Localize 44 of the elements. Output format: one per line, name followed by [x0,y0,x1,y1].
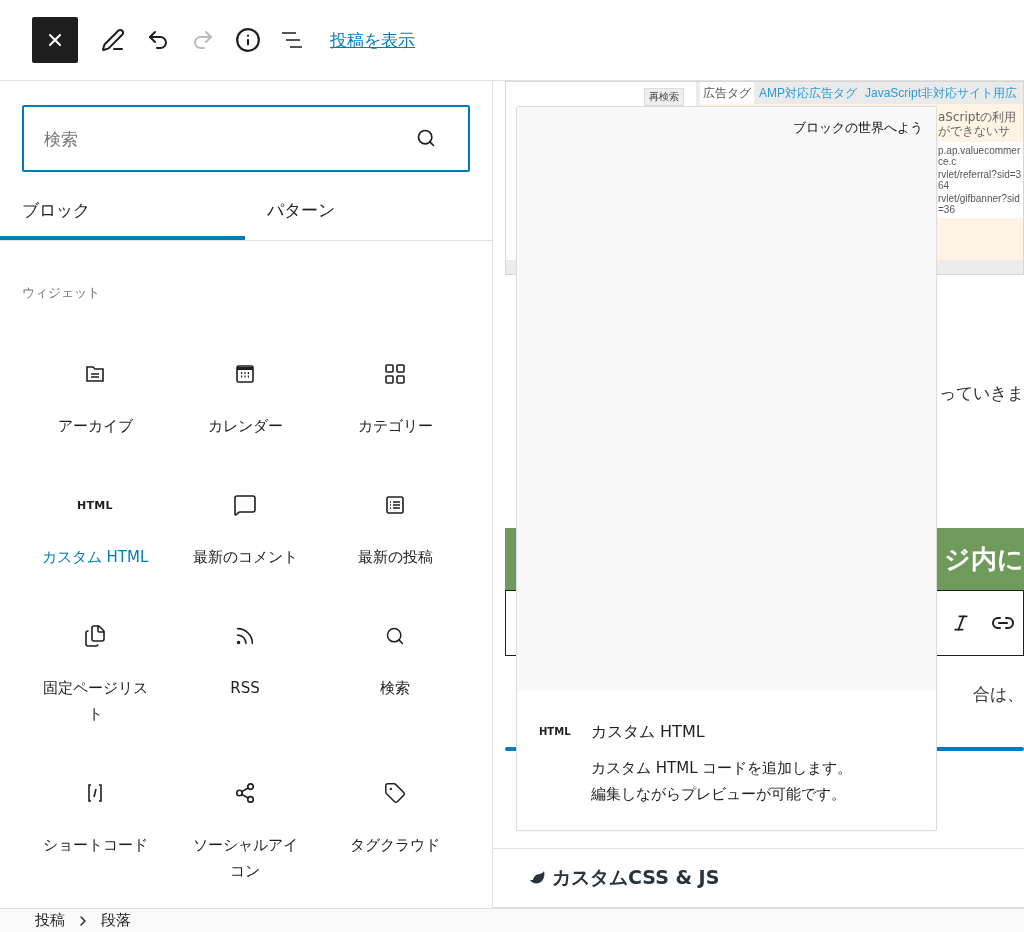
block-item[interactable]: 固定ページリスト [20,608,170,765]
block-item[interactable]: RSS [170,608,320,765]
block-description: カスタム HTML コードを追加します。 [591,759,853,777]
html-icon: HTML [539,723,571,807]
block-description: 編集しながらプレビューが可能です。 [591,785,846,803]
block-item[interactable]: カテゴリー [320,346,470,477]
block-item[interactable]: タグクラウド [320,765,470,908]
panel-title: カスタムCSS & JS [552,865,720,890]
inserter-tab[interactable]: ブロック [0,180,245,240]
view-post-link[interactable]: 投稿を表示 [330,28,415,52]
search-field[interactable]: 検索 [22,105,470,172]
rss-icon [234,625,256,647]
italic-icon[interactable] [951,613,971,633]
calendar-icon [233,362,257,386]
block-item[interactable]: 最新のコメント [170,477,320,608]
block-title: カスタム HTML [591,721,705,743]
breadcrumb-item[interactable]: 投稿 [35,911,65,930]
category-heading: ウィジェット [22,284,101,302]
grid-icon [383,362,407,386]
paragraph-text: 合は、 [973,682,1024,706]
list-icon [383,493,407,517]
pages-icon [83,624,107,648]
breadcrumb-item[interactable]: 段落 [101,911,131,930]
html-icon: HTML [77,498,113,512]
search-icon [385,626,405,646]
code-line: rvlet/gifbanner?sid=36 [938,193,1021,215]
screenshot-note: aScriptの利用ができないサ [938,110,1018,138]
block-item[interactable]: HTML カスタム HTML [20,477,170,608]
share-icon [234,782,256,804]
close-button[interactable] [32,17,78,63]
tag-icon [384,782,406,804]
block-item[interactable]: 検索 [320,608,470,765]
block-item[interactable]: ショートコード [20,765,170,908]
block-item[interactable]: 最新の投稿 [320,477,470,608]
block-item[interactable]: アーカイブ [20,346,170,477]
preview-text: ブロックの世界へよう [793,119,923,137]
leaf-icon [528,870,546,886]
heading-text: ジ内に [944,542,1024,576]
speech-bubble-icon [233,493,257,517]
block-item[interactable]: カレンダー [170,346,320,477]
inserter-tab[interactable]: パターン [245,180,490,240]
block-item[interactable]: ソーシャルアイコン [170,765,320,908]
paragraph-text: っていきま [939,381,1024,405]
search-icon [416,128,436,148]
